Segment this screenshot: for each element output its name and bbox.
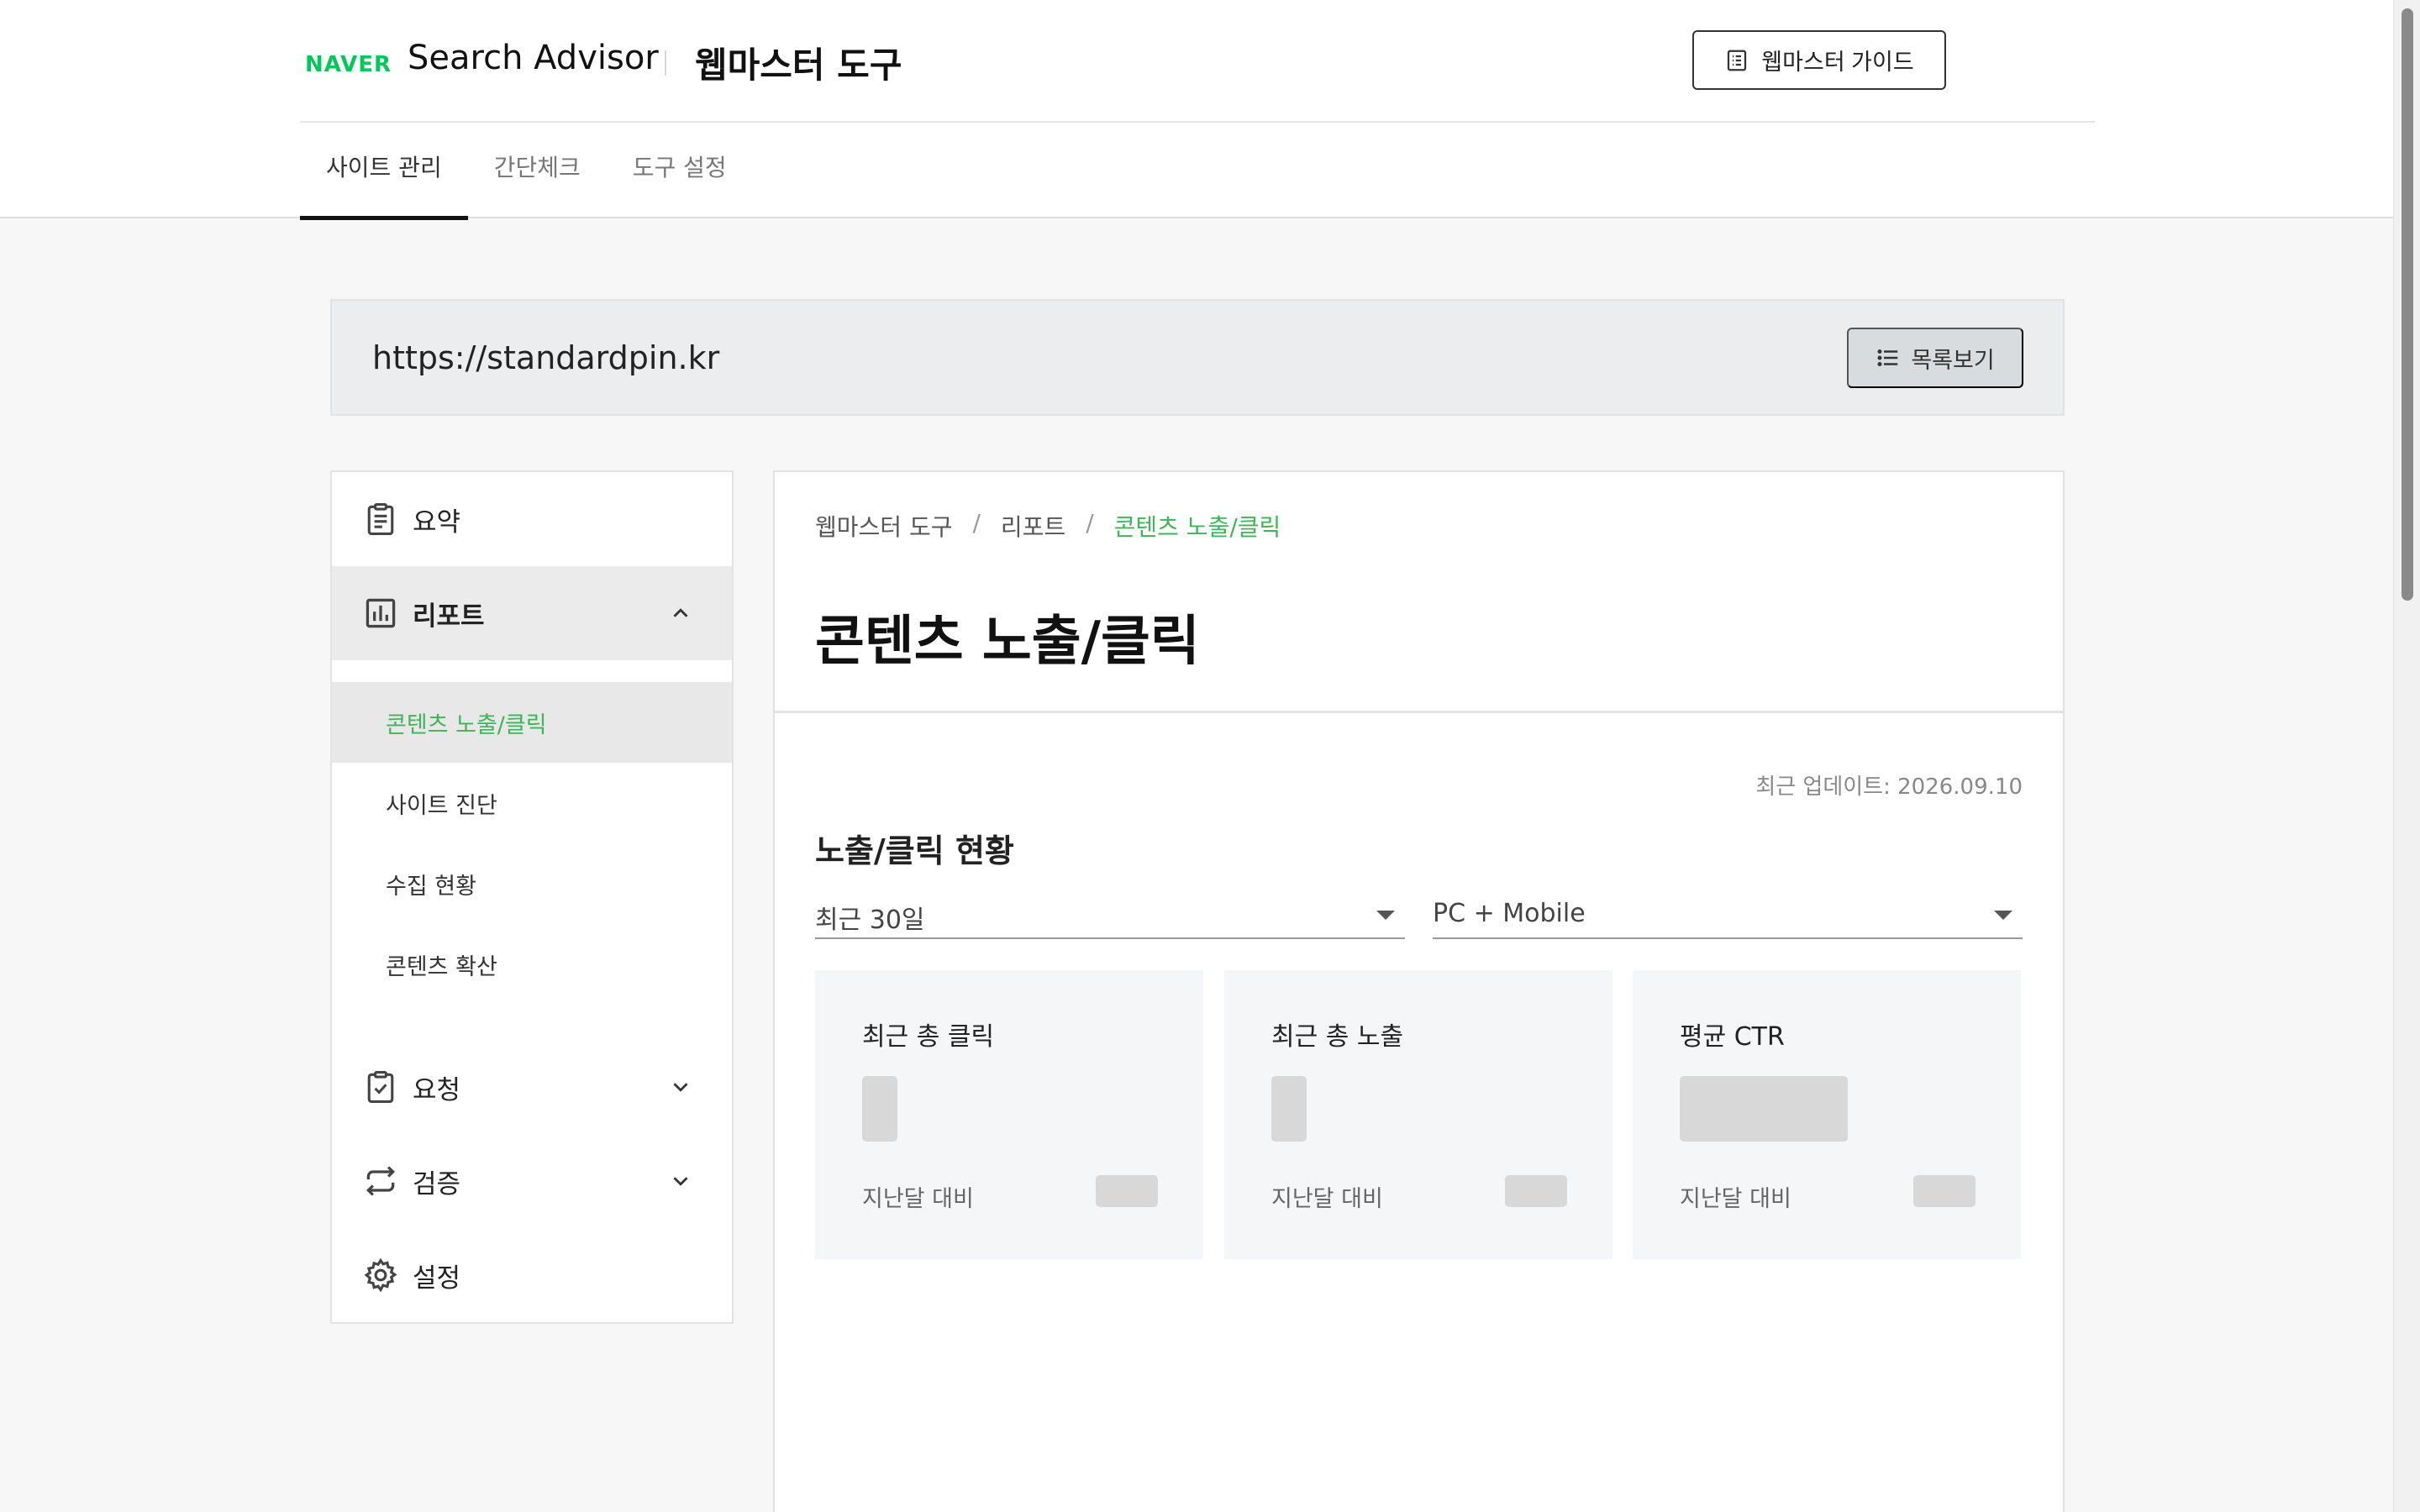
brand-row: NAVER Search Advisor 웹마스터 도구 웹마스터 가이드 — [300, 0, 2095, 123]
sidebar-subitem-label: 수집 현황 — [386, 873, 476, 900]
sidebar-item-summary[interactable]: 요약 — [332, 472, 732, 566]
stat-label: 평균 CTR — [1680, 1022, 1785, 1052]
naver-logo[interactable]: NAVER — [305, 52, 392, 77]
breadcrumb-item-current: 콘텐츠 노출/클릭 — [1113, 513, 1281, 541]
sidebar-item-request[interactable]: 요청 — [332, 1040, 732, 1134]
bar-chart-icon — [366, 598, 396, 628]
device-select-value: PC + Mobile — [1433, 899, 1586, 928]
sidebar: 요약 리포트 콘텐츠 노출/클릭 사이트 진단 수집 현황 콘텐츠 확산 요청 — [330, 470, 734, 1324]
sidebar-item-verify[interactable]: 검증 — [332, 1134, 732, 1228]
period-select[interactable]: 최근 30일 — [815, 892, 1405, 939]
clipboard-check-icon — [367, 1071, 394, 1103]
stat-card-clicks: 최근 총 클릭 지난달 대비 — [815, 970, 1203, 1259]
list-icon — [1877, 349, 1898, 366]
stat-card-ctr: 평균 CTR 지난달 대비 — [1633, 970, 2021, 1259]
device-select[interactable]: PC + Mobile — [1433, 892, 2023, 939]
repeat-icon — [366, 1166, 396, 1196]
main-content: 웹마스터 도구 / 리포트 / 콘텐츠 노출/클릭 콘텐츠 노출/클릭 최근 업… — [773, 470, 2065, 1512]
period-select-value: 최근 30일 — [815, 906, 925, 935]
site-url: https://standardpin.kr — [372, 339, 720, 376]
site-bar: https://standardpin.kr 목록보기 — [330, 299, 2065, 416]
tab-quick-check[interactable]: 간단체크 — [468, 123, 607, 218]
stat-compare-label: 지난달 대비 — [1680, 1186, 1791, 1212]
title-divider — [665, 50, 666, 76]
sidebar-subitem-site-diagnosis[interactable]: 사이트 진단 — [332, 763, 732, 843]
top-header: NAVER Search Advisor 웹마스터 도구 웹마스터 가이드 사이… — [0, 0, 2393, 220]
sidebar-item-report[interactable]: 리포트 — [332, 566, 732, 660]
webmaster-guide-button[interactable]: 웹마스터 가이드 — [1692, 30, 1946, 90]
chevron-up-icon[interactable] — [668, 601, 693, 626]
section-title: 노출/클릭 현황 — [815, 832, 1014, 869]
app-subtitle[interactable]: 웹마스터 도구 — [695, 37, 902, 88]
stat-delta-placeholder — [1913, 1175, 1975, 1207]
sidebar-subitem-label: 사이트 진단 — [386, 792, 497, 819]
sidebar-item-label: 검증 — [413, 1168, 461, 1200]
sidebar-subitem-label: 콘텐츠 노출/클릭 — [386, 711, 547, 738]
stat-card-impressions: 최근 총 노출 지난달 대비 — [1224, 970, 1612, 1259]
sidebar-item-label: 요청 — [413, 1074, 461, 1105]
caret-down-icon — [1994, 911, 2012, 920]
breadcrumb-item-webmaster-tool[interactable]: 웹마스터 도구 — [815, 509, 952, 543]
sidebar-item-label: 리포트 — [413, 601, 485, 632]
breadcrumb-separator: / — [972, 509, 981, 537]
chevron-down-icon[interactable] — [668, 1168, 693, 1194]
stat-label: 최근 총 클릭 — [862, 1022, 995, 1052]
breadcrumb-item-report[interactable]: 리포트 — [1001, 509, 1065, 543]
stat-delta-placeholder — [1096, 1175, 1158, 1207]
stat-delta-placeholder — [1505, 1175, 1567, 1207]
stat-value-placeholder — [1271, 1076, 1307, 1142]
stat-compare-label: 지난달 대비 — [862, 1186, 974, 1212]
gear-icon — [364, 1257, 397, 1293]
guide-book-icon — [1728, 50, 1747, 71]
sidebar-subitem-content-exposure[interactable]: 콘텐츠 노출/클릭 — [332, 682, 732, 763]
main-tabs: 사이트 관리 간단체크 도구 설정 — [300, 123, 753, 220]
sidebar-subitem-label: 콘텐츠 확산 — [386, 953, 497, 980]
sidebar-subitem-crawl-status[interactable]: 수집 현황 — [332, 843, 732, 924]
stat-compare-label: 지난달 대비 — [1271, 1186, 1383, 1212]
site-list-button[interactable]: 목록보기 — [1847, 328, 2023, 388]
sidebar-subitem-content-spread[interactable]: 콘텐츠 확산 — [332, 924, 732, 1005]
app-title[interactable]: Search Advisor — [408, 39, 659, 77]
tab-tool-settings[interactable]: 도구 설정 — [607, 123, 753, 218]
stat-label: 최근 총 노출 — [1271, 1022, 1404, 1052]
site-list-button-label: 목록보기 — [1911, 347, 1995, 373]
sidebar-item-settings[interactable]: 설정 — [332, 1228, 732, 1322]
page-scrollbar[interactable] — [2393, 0, 2420, 1512]
tab-site-management[interactable]: 사이트 관리 — [300, 123, 468, 220]
breadcrumb: 웹마스터 도구 / 리포트 / 콘텐츠 노출/클릭 — [815, 509, 1281, 543]
sidebar-item-label: 요약 — [413, 507, 461, 538]
clipboard-icon — [367, 503, 394, 535]
scrollbar-thumb[interactable] — [2402, 8, 2413, 601]
caret-down-icon — [1376, 911, 1395, 920]
breadcrumb-separator: / — [1086, 509, 1094, 537]
guide-button-label: 웹마스터 가이드 — [1761, 50, 1914, 75]
last-update-text: 최근 업데이트: 2026.09.10 — [1755, 774, 2023, 800]
sidebar-item-label: 설정 — [413, 1263, 461, 1294]
stat-value-placeholder — [862, 1076, 897, 1142]
page-title: 콘텐츠 노출/클릭 — [815, 611, 1200, 673]
chevron-down-icon[interactable] — [668, 1074, 693, 1100]
stat-value-placeholder — [1680, 1076, 1848, 1142]
header-divider — [775, 711, 2063, 713]
